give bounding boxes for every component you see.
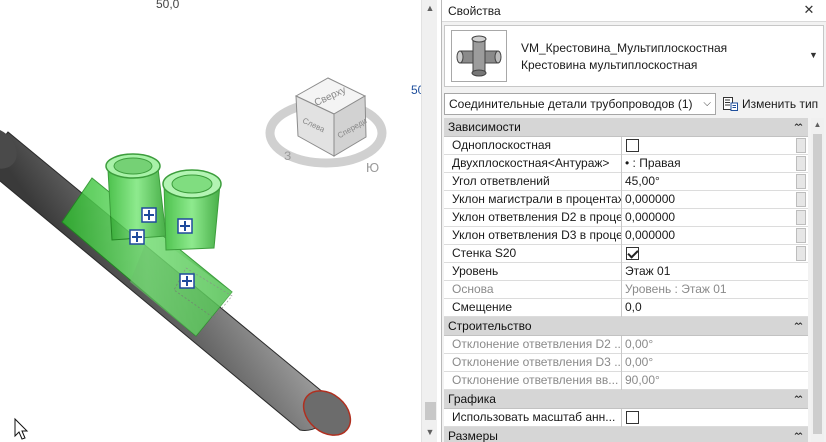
property-row: Уровень Этаж 01 (444, 263, 808, 281)
edit-type-button[interactable]: Изменить тип (720, 93, 818, 115)
3d-viewport[interactable]: Сверху Слева Спереди З Ю 50,0 50 ▲ ▼ (0, 0, 437, 442)
checkbox-unchecked[interactable] (626, 411, 639, 424)
viewcube[interactable]: Сверху Слева Спереди З Ю (265, 77, 387, 175)
app-window: Сверху Слева Спереди З Ю 50,0 50 ▲ ▼ Сво… (0, 0, 826, 442)
property-row: Уклон ответвления D3 в процентах0,000000 (444, 227, 808, 245)
grip-handle[interactable] (179, 273, 195, 289)
property-row: Отклонение ответвления D3 ... 0,00° (444, 354, 808, 372)
grip-handle[interactable] (177, 218, 193, 234)
property-value: 0,00° (625, 337, 654, 351)
property-name: Двухплоскостная<Антураж> (444, 155, 622, 173)
checkbox-checked[interactable] (626, 247, 639, 260)
property-name: Угол ответвлений (444, 173, 622, 191)
grip-handle[interactable] (129, 229, 145, 245)
property-row: Двухплоскостная<Антураж> • : Правая (444, 155, 808, 173)
property-value[interactable]: 0,000000 (623, 209, 795, 227)
property-value[interactable]: 0,000000 (623, 227, 795, 245)
property-group-label: Графика (448, 392, 496, 406)
property-name: Смещение (444, 299, 622, 317)
property-value[interactable]: 0,0 (623, 299, 795, 317)
properties-table: Зависимости ⌃⌃ Одноплоскостная Двухплоскост… (444, 118, 824, 442)
collapse-group-icon[interactable]: ⌃⌃ (793, 317, 804, 335)
viewport-vertical-scrollbar[interactable]: ▲ ▼ (421, 0, 437, 442)
filter-row: Соединительные детали трубопроводов (1) … (444, 93, 824, 115)
properties-scrollbar[interactable]: ▲ (811, 118, 824, 442)
property-value[interactable]: Этаж 01 (623, 263, 795, 281)
compass-south[interactable]: Ю (366, 160, 379, 175)
edit-type-label: Изменить тип (742, 97, 819, 111)
scroll-up-arrow-icon[interactable]: ▲ (422, 0, 437, 16)
associate-parameter-button[interactable] (796, 228, 806, 243)
compass-west[interactable]: З (284, 149, 291, 163)
property-name: Основа (444, 281, 622, 299)
property-value: 90,00° (625, 373, 660, 387)
properties-palette: Свойства ✕ VM_Крестовина_Мультиплоскостн… (441, 0, 826, 442)
property-row: Угол ответвлений 45,00° (444, 173, 808, 191)
property-value[interactable] (623, 137, 795, 155)
scroll-thumb[interactable] (813, 134, 822, 434)
property-value[interactable]: 45,00° (623, 173, 795, 191)
collapse-group-icon[interactable]: ⌃⌃ (793, 390, 804, 408)
associate-parameter-button[interactable] (796, 192, 806, 207)
property-row: Отклонение ответвления D2 ... 0,00° (444, 336, 808, 354)
property-group-label: Размеры (448, 429, 498, 442)
associate-parameter-button[interactable] (796, 210, 806, 225)
associate-parameter-button[interactable] (796, 246, 806, 261)
property-row: Отклонение ответвления вв... 90,00° (444, 372, 808, 390)
property-value[interactable] (623, 245, 795, 263)
property-row: Стенка S20 (444, 245, 808, 263)
scroll-up-arrow-icon[interactable]: ▲ (811, 118, 824, 132)
property-name: Одноплоскостная (444, 137, 622, 155)
associate-parameter-button[interactable] (796, 138, 806, 153)
close-icon[interactable]: ✕ (802, 3, 816, 17)
type-dropdown-arrow-icon[interactable]: ▼ (809, 49, 821, 61)
property-row: Использовать масштаб анн... (444, 409, 808, 427)
property-name: Использовать масштаб анн... (444, 409, 622, 427)
associate-parameter-button[interactable] (796, 174, 806, 189)
property-group-header[interactable]: Графика ⌃⌃ (444, 390, 808, 409)
property-group-label: Строительство (448, 319, 532, 333)
filter-value: Соединительные детали трубопроводов (1) (449, 97, 693, 111)
pipe-model-drawing[interactable]: Сверху Слева Спереди З Ю (0, 0, 421, 442)
property-value[interactable]: 0,000000 (623, 191, 795, 209)
type-name: Крестовина мультиплоскостная (521, 58, 698, 72)
property-name: Уклон магистрали в процентах (444, 191, 622, 209)
property-name: Стенка S20 (444, 245, 622, 263)
property-name: Уровень (444, 263, 622, 281)
property-row: Уклон магистрали в процентах 0,000000 (444, 191, 808, 209)
collapse-group-icon[interactable]: ⌃⌃ (793, 427, 804, 442)
property-row: Одноплоскостная (444, 137, 808, 155)
property-name: Отклонение ответвления вв... (444, 372, 622, 390)
type-family-name: VM_Крестовина_Мультиплоскостная (521, 41, 728, 55)
property-name: Отклонение ответвления D3 ... (444, 354, 622, 372)
edit-type-icon (723, 97, 738, 111)
property-row: Уклон ответвления D2 в процентах0,000000 (444, 209, 808, 227)
scroll-down-arrow-icon[interactable]: ▼ (422, 424, 437, 440)
property-name: Уклон ответвления D3 в процентах (444, 227, 622, 245)
type-selector[interactable]: VM_Крестовина_Мультиплоскостная Крестови… (444, 25, 824, 87)
property-value: 0,00° (625, 355, 654, 369)
dimension-label-top: 50,0 (156, 0, 180, 11)
category-filter-select[interactable]: Соединительные детали трубопроводов (1) … (444, 93, 716, 115)
checkbox-unchecked[interactable] (626, 139, 639, 152)
property-group-label: Зависимости (448, 120, 521, 134)
property-group-header[interactable]: Строительство ⌃⌃ (444, 317, 808, 336)
property-value: Уровень : Этаж 01 (625, 282, 727, 296)
mouse-cursor-icon (14, 417, 29, 440)
properties-title: Свойства (442, 0, 826, 22)
property-value[interactable] (623, 409, 795, 427)
property-name: Отклонение ответвления D2 ... (444, 336, 622, 354)
property-group-header[interactable]: Размеры ⌃⌃ (444, 427, 808, 442)
property-value[interactable]: • : Правая (623, 155, 795, 173)
collapse-group-icon[interactable]: ⌃⌃ (793, 118, 804, 136)
property-row: Основа Уровень : Этаж 01 (444, 281, 808, 299)
property-group-header[interactable]: Зависимости ⌃⌃ (444, 118, 808, 137)
grip-handle[interactable] (141, 207, 157, 223)
scroll-thumb[interactable] (425, 402, 436, 420)
property-name: Уклон ответвления D2 в процентах (444, 209, 622, 227)
associate-parameter-button[interactable] (796, 156, 806, 171)
family-thumbnail (451, 30, 507, 82)
property-row: Смещение 0,0 (444, 299, 808, 317)
chevron-down-icon: ⌵ (703, 98, 711, 109)
